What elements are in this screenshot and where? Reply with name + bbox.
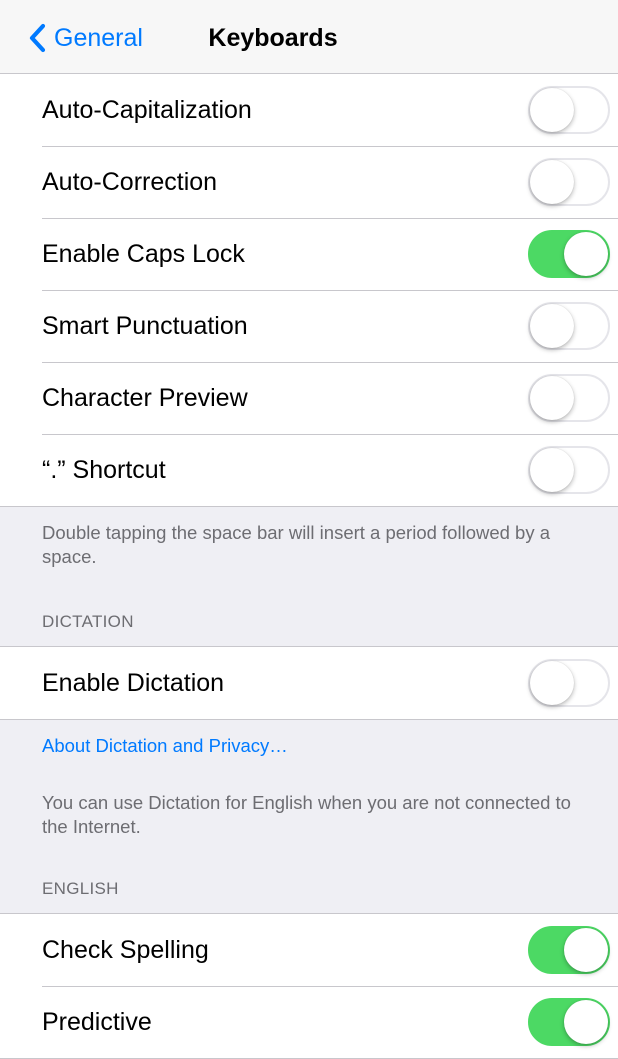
setting-label: Smart Punctuation — [42, 312, 248, 340]
keyboards-settings-screen: General Keyboards Auto-Capitalization Au… — [0, 0, 618, 1059]
setting-row-predictive: Predictive — [0, 986, 618, 1058]
setting-row-check-spelling: Check Spelling — [0, 914, 618, 986]
period-shortcut-toggle[interactable] — [528, 446, 610, 494]
english-section-header: ENGLISH — [42, 879, 119, 898]
toggle-knob — [530, 376, 574, 420]
setting-label: Auto-Correction — [42, 168, 218, 196]
setting-row-period-shortcut: “.” Shortcut — [0, 434, 618, 506]
setting-label: “.” Shortcut — [42, 456, 166, 484]
setting-label: Auto-Capitalization — [42, 96, 252, 124]
setting-label: Predictive — [42, 1008, 152, 1036]
dictation-privacy-link[interactable]: About Dictation and Privacy… — [42, 734, 288, 758]
dictation-section-header: DICTATION — [42, 612, 134, 631]
toggle-knob — [530, 448, 574, 492]
setting-row-character-preview: Character Preview — [0, 362, 618, 434]
character-preview-toggle[interactable] — [528, 374, 610, 422]
setting-row-enable-caps-lock: Enable Caps Lock — [0, 218, 618, 290]
toggle-knob — [530, 304, 574, 348]
predictive-toggle[interactable] — [528, 998, 610, 1046]
check-spelling-toggle[interactable] — [528, 926, 610, 974]
setting-row-auto-correction: Auto-Correction — [0, 146, 618, 218]
back-button[interactable]: General — [28, 20, 143, 56]
toggle-knob — [564, 928, 608, 972]
setting-row-smart-punctuation: Smart Punctuation — [0, 290, 618, 362]
smart-punctuation-toggle[interactable] — [528, 302, 610, 350]
enable-caps-lock-toggle[interactable] — [528, 230, 610, 278]
setting-label: Character Preview — [42, 384, 248, 412]
english-group: Check Spelling Predictive — [0, 913, 618, 1059]
navigation-bar: General Keyboards — [0, 0, 618, 74]
toggle-knob — [564, 232, 608, 276]
dictation-group: Enable Dictation — [0, 646, 618, 720]
setting-label: Enable Caps Lock — [42, 240, 245, 268]
setting-row-auto-capitalization: Auto-Capitalization — [0, 74, 618, 146]
enable-dictation-toggle[interactable] — [528, 659, 610, 707]
setting-label: Enable Dictation — [42, 669, 225, 697]
back-button-label: General — [54, 24, 143, 52]
toggle-knob — [530, 160, 574, 204]
keyboard-options-group: Auto-Capitalization Auto-Correction Enab… — [0, 74, 618, 507]
auto-capitalization-toggle[interactable] — [528, 86, 610, 134]
setting-row-enable-dictation: Enable Dictation — [0, 647, 618, 719]
toggle-knob — [530, 661, 574, 705]
toggle-knob — [564, 1000, 608, 1044]
period-shortcut-footer: Double tapping the space bar will insert… — [42, 522, 551, 567]
chevron-left-icon — [28, 23, 46, 53]
setting-label: Check Spelling — [42, 936, 209, 964]
auto-correction-toggle[interactable] — [528, 158, 610, 206]
dictation-footer: You can use Dictation for English when y… — [42, 792, 571, 837]
toggle-knob — [530, 88, 574, 132]
